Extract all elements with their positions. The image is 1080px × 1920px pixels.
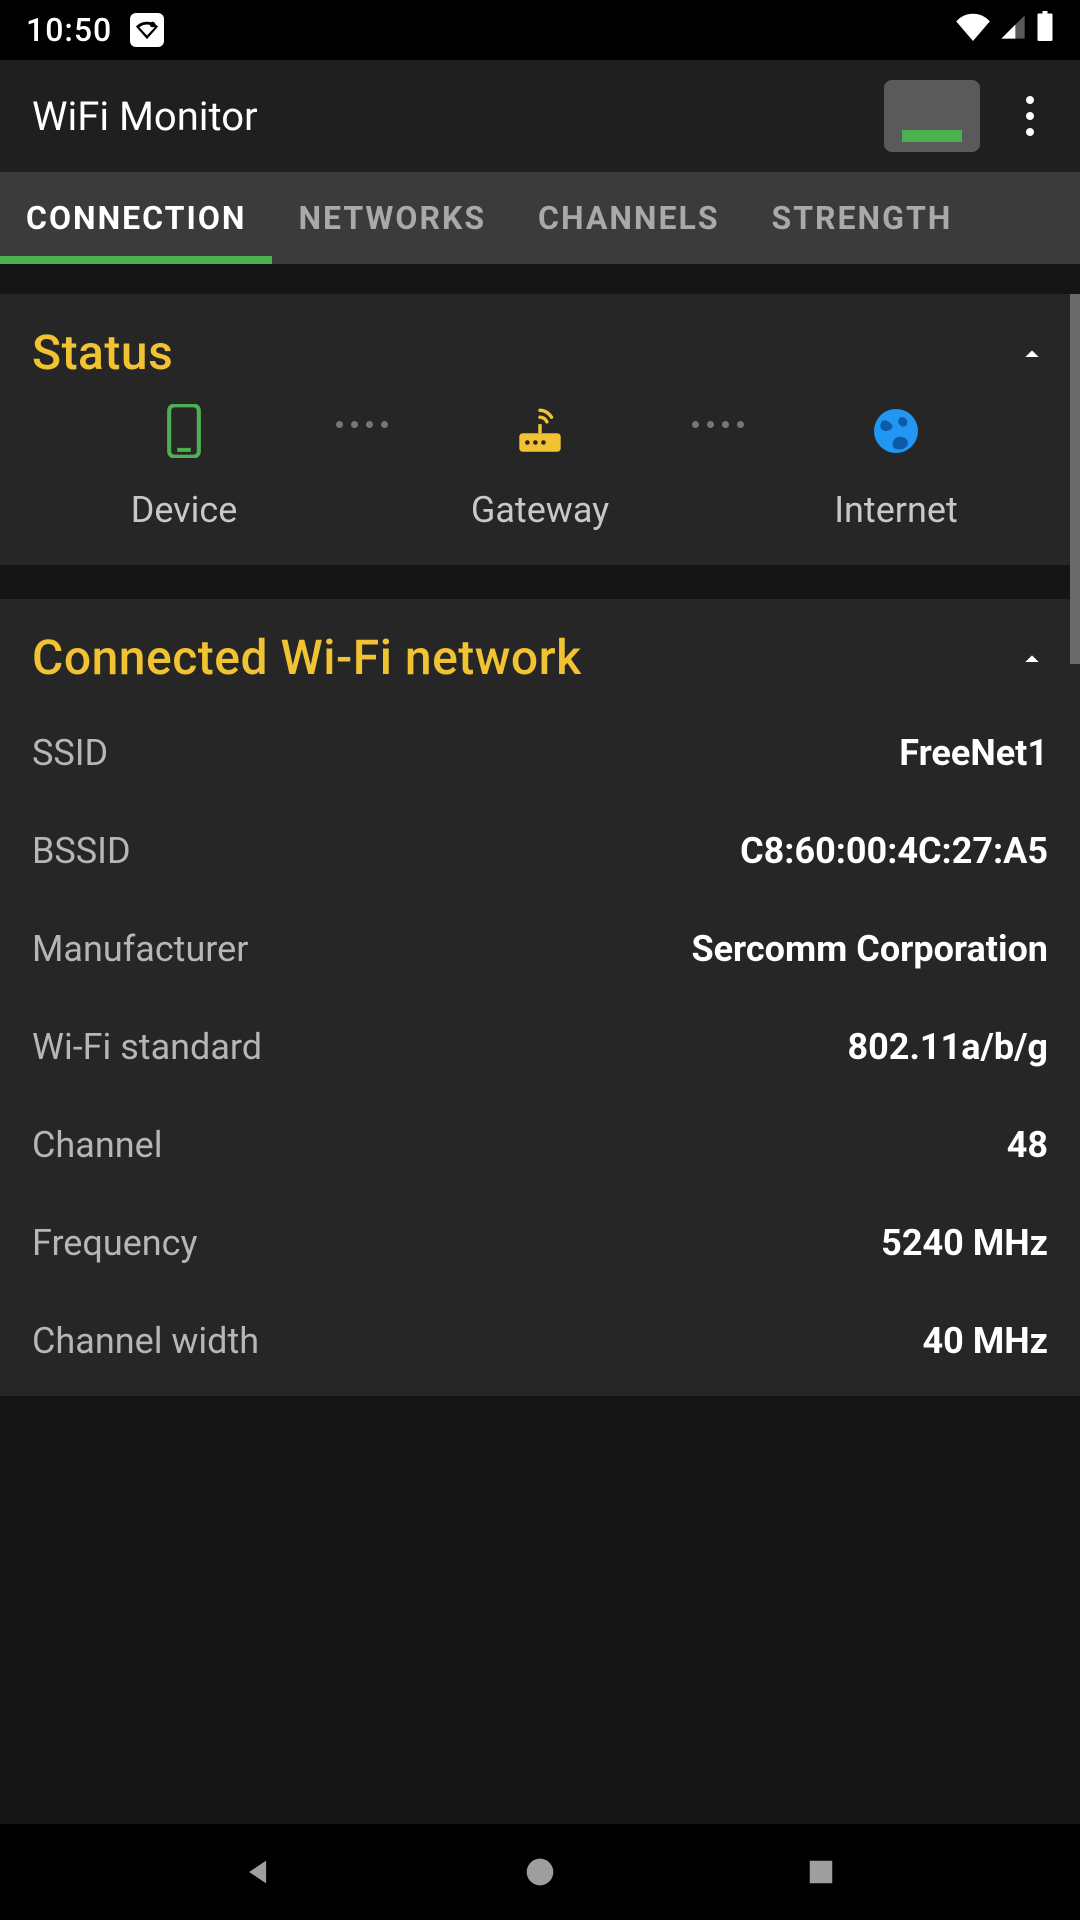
kv-channel: Channel 48 (32, 1096, 1048, 1194)
tab-bar: CONNECTION NETWORKS CHANNELS STRENGTH (0, 172, 1080, 264)
kv-value: 802.11a/b/g (847, 1026, 1048, 1068)
tab-strength[interactable]: STRENGTH (746, 172, 979, 264)
app-notification-icon (130, 13, 164, 47)
kv-value: FreeNet1 (899, 732, 1048, 774)
kv-wifi-standard: Wi-Fi standard 802.11a/b/g (32, 998, 1048, 1096)
statusbar-time: 10:50 (26, 11, 112, 49)
status-card-header[interactable]: Status (32, 324, 1048, 381)
android-statusbar: 10:50 (0, 0, 1080, 60)
battery-icon (1036, 11, 1054, 49)
content-scroll[interactable]: Status Device (0, 264, 1080, 1824)
status-node-device: Device (84, 403, 284, 531)
device-icon (156, 403, 212, 459)
appbar-title: WiFi Monitor (32, 93, 884, 140)
android-navbar (0, 1824, 1080, 1920)
kv-value: 5240 MHz (881, 1222, 1048, 1264)
network-card: Connected Wi-Fi network SSID FreeNet1 BS… (0, 599, 1080, 1396)
chart-toggle-button[interactable] (884, 80, 980, 152)
cell-signal-icon (998, 11, 1028, 49)
connection-dots (692, 421, 744, 428)
router-icon (512, 403, 568, 459)
tab-networks[interactable]: NETWORKS (272, 172, 512, 264)
status-card-title: Status (32, 324, 173, 381)
nav-recent-button[interactable] (799, 1850, 843, 1894)
tab-connection[interactable]: CONNECTION (0, 172, 272, 264)
nav-home-button[interactable] (518, 1850, 562, 1894)
status-node-label: Gateway (471, 489, 609, 531)
kv-key: Manufacturer (32, 928, 248, 970)
wifi-icon (956, 11, 990, 49)
kv-key: Channel (32, 1124, 162, 1166)
globe-icon (868, 403, 924, 459)
kv-bssid: BSSID C8:60:00:4C:27:A5 (32, 802, 1048, 900)
scrollbar[interactable] (1070, 294, 1080, 664)
status-node-internet: Internet (796, 403, 996, 531)
status-node-label: Internet (834, 489, 958, 531)
connection-dots (336, 421, 388, 428)
kv-value: Sercomm Corporation (691, 928, 1048, 970)
chevron-up-icon (1016, 337, 1048, 369)
kv-key: Frequency (32, 1222, 198, 1264)
kv-value: C8:60:00:4C:27:A5 (740, 830, 1048, 872)
overflow-menu-button[interactable] (1008, 80, 1052, 152)
kv-key: SSID (32, 732, 108, 774)
kv-key: Wi-Fi standard (32, 1026, 262, 1068)
network-card-title: Connected Wi-Fi network (32, 629, 582, 686)
status-node-label: Device (131, 489, 238, 531)
kv-manufacturer: Manufacturer Sercomm Corporation (32, 900, 1048, 998)
network-card-header[interactable]: Connected Wi-Fi network (32, 629, 1048, 686)
appbar: WiFi Monitor (0, 60, 1080, 172)
kv-ssid: SSID FreeNet1 (32, 704, 1048, 802)
kv-key: BSSID (32, 830, 131, 872)
tab-channels[interactable]: CHANNELS (512, 172, 745, 264)
kv-frequency: Frequency 5240 MHz (32, 1194, 1048, 1292)
status-card: Status Device (0, 294, 1080, 565)
nav-back-button[interactable] (237, 1850, 281, 1894)
status-node-gateway: Gateway (440, 403, 640, 531)
kv-value: 48 (1007, 1124, 1048, 1166)
kv-key: Channel width (32, 1320, 259, 1362)
kv-value: 40 MHz (922, 1320, 1048, 1362)
chevron-up-icon (1016, 642, 1048, 674)
kv-channel-width: Channel width 40 MHz (32, 1292, 1048, 1362)
